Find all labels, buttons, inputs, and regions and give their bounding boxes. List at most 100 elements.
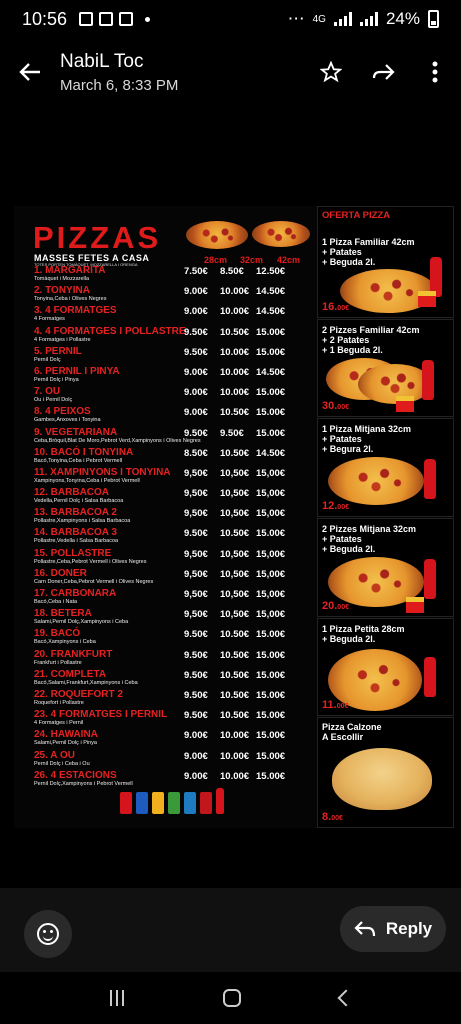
- price-32cm: 10.50€: [220, 669, 250, 681]
- star-button[interactable]: [305, 38, 357, 106]
- lime-can-icon: [168, 792, 180, 814]
- back-button[interactable]: [0, 38, 60, 106]
- item-desc: Frankfurt i Pollastre: [34, 659, 82, 666]
- price-42cm: 15.00€: [256, 649, 286, 661]
- price-32cm: 10,50€: [220, 609, 250, 621]
- price-32cm: 10.50€: [220, 689, 250, 701]
- item-desc: Pollastre,Ceba,Pebrot Vermell i Olives N…: [34, 558, 147, 565]
- size-header: 42cm: [277, 255, 301, 265]
- water-can-icon: [184, 792, 196, 814]
- menu-title: PIZZAS: [33, 220, 162, 255]
- more-notifications-icon: [145, 16, 151, 22]
- menu-item: 7. OU Ou i Pernil Dolç 9.00€ 10.00€ 15.00€: [34, 386, 314, 406]
- item-desc: 4 Formatges i Pollastre: [34, 336, 91, 343]
- bottle-icon: [424, 459, 436, 499]
- offer-title: OFERTA PIZZA: [322, 210, 391, 221]
- battery-icon: [428, 10, 439, 28]
- smiley-icon: [37, 923, 59, 945]
- price-42cm: 15,00€: [256, 609, 286, 621]
- item-name: 17. CARBONARA: [34, 588, 117, 599]
- item-name: 21. COMPLETA: [34, 668, 107, 680]
- menu-item: 17. CARBONARA Bacó,Ceba i Nata 9,50€ 10,50€…: [34, 588, 314, 608]
- offer-text: Pizza Calzone A Escollir: [322, 722, 382, 742]
- price-28cm: 9.00€: [184, 286, 208, 298]
- price-42cm: 15,00€: [256, 488, 286, 500]
- item-name: 24. HAWAINA: [34, 729, 98, 741]
- price-32cm: 10.50€: [220, 407, 250, 419]
- price-28cm: 9,50€: [184, 508, 208, 520]
- price-32cm: 10.50€: [220, 629, 250, 641]
- price-32cm: 10.00€: [220, 346, 250, 358]
- price-28cm: 9.00€: [184, 750, 208, 762]
- chat-icon: [99, 12, 114, 26]
- home-button[interactable]: [222, 989, 241, 1007]
- recent-apps-button[interactable]: [109, 990, 124, 1006]
- price-42cm: 15,00€: [256, 568, 286, 580]
- arrow-left-icon: [19, 63, 40, 81]
- more-options-button[interactable]: [409, 38, 461, 106]
- item-name: 4. 4 FORMATGES I POLLASTRE: [34, 325, 186, 337]
- signal2-icon: [359, 12, 378, 26]
- cola2-can-icon: [200, 792, 212, 814]
- price-28cm: 9.50€: [184, 710, 208, 722]
- offer-price: 30.00€: [322, 400, 349, 412]
- price-42cm: 15,00€: [256, 548, 286, 560]
- menu-item: 6. PERNIL I PINYA Pernil Dolç i Pinya 9.00…: [34, 366, 314, 386]
- item-name: 19. BACÓ: [34, 628, 81, 640]
- emoji-reaction-button[interactable]: [24, 910, 72, 958]
- mute-icon: ⋯: [287, 9, 305, 28]
- price-28cm: 9.50€: [184, 689, 208, 701]
- price-32cm: 10.50€: [220, 447, 250, 459]
- item-desc: Tomàquet i Mozzarella: [34, 276, 90, 282]
- price-28cm: 9.50€: [184, 427, 208, 439]
- item-desc: Pernil Dolç i Ceba i Ou: [34, 760, 90, 767]
- offer-price: 8.00€: [322, 811, 343, 823]
- reply-arrow-icon: [354, 921, 375, 937]
- item-desc: Pernil Dolç i Pinya: [34, 376, 79, 383]
- item-desc: Pernil Dolç: [34, 356, 61, 363]
- fries-icon: [406, 597, 424, 613]
- item-desc: Carn Doner,Ceba,Pebrot Vermell i Olives …: [34, 578, 154, 585]
- bottle-icon: [216, 788, 224, 814]
- menu-item: 13. BARBACOA 2 Pollastre,Xampinyons i Sal…: [34, 507, 314, 527]
- more-vert-icon: [432, 61, 438, 83]
- price-42cm: 15.00€: [256, 346, 286, 358]
- item-desc: Roquefort i Pollastre: [34, 699, 84, 706]
- price-42cm: 15.00€: [256, 710, 286, 722]
- menu-item: 14. BARBACOA 3 Pollastre,Vedella i Salsa …: [34, 527, 314, 547]
- price-28cm: 8.50€: [184, 447, 208, 459]
- offer-price: 16.00€: [322, 301, 349, 313]
- price-42cm: 15,00€: [256, 508, 286, 520]
- item-desc: Bacó,Tonyina,Ceba i Pebrot Vermell: [34, 457, 123, 464]
- offer-card: 1 Pizza Petita 28cm + Beguda 2l. 11.00€: [317, 618, 454, 716]
- price-42cm: 15.00€: [256, 629, 286, 641]
- attached-image[interactable]: PIZZAS MASSES FETES A CASA TOTES PORTEN …: [14, 206, 454, 828]
- price-32cm: 10.50€: [220, 326, 250, 338]
- price-32cm: 10.00€: [220, 730, 250, 742]
- price-42cm: 15.00€: [256, 326, 286, 338]
- item-desc: Bacó,Ceba i Nata: [34, 599, 78, 605]
- price-42cm: 14.50€: [256, 286, 286, 298]
- fries-icon: [418, 291, 436, 307]
- item-desc: Pernil Dolç,Xampinyons i Pebrot Vermell: [34, 780, 133, 787]
- item-name: 3. 4 FORMATGES: [34, 305, 117, 317]
- price-28cm: 9.50€: [184, 326, 208, 338]
- price-28cm: 9,50€: [184, 467, 208, 479]
- pizza-image: [358, 364, 432, 404]
- star-icon: [320, 61, 342, 83]
- price-28cm: 9.00€: [184, 306, 208, 318]
- price-32cm: 10.00€: [220, 750, 250, 762]
- menu-item: 24. HAWAINA Salami,Pernil Dolç i Pinya 9.0…: [34, 729, 314, 749]
- menu-item: 3. 4 FORMATGES 4 Formatges 9.00€ 10.00€ 14.5…: [34, 305, 314, 325]
- offers-column: OFERTA PIZZA 1 Pizza Familiar 42cm + Pat…: [317, 206, 454, 828]
- reply-button[interactable]: Reply: [340, 906, 446, 952]
- calzone-image: [332, 748, 432, 810]
- drinks-row: [120, 788, 224, 814]
- reply-bar: Reply: [0, 888, 461, 972]
- bottle-icon: [424, 657, 436, 697]
- forward-button[interactable]: [357, 38, 409, 106]
- price-42cm: 15.00€: [256, 669, 286, 681]
- price-28cm: 9,50€: [184, 609, 208, 621]
- price-28cm: 9.00€: [184, 407, 208, 419]
- back-nav-button[interactable]: [337, 989, 354, 1007]
